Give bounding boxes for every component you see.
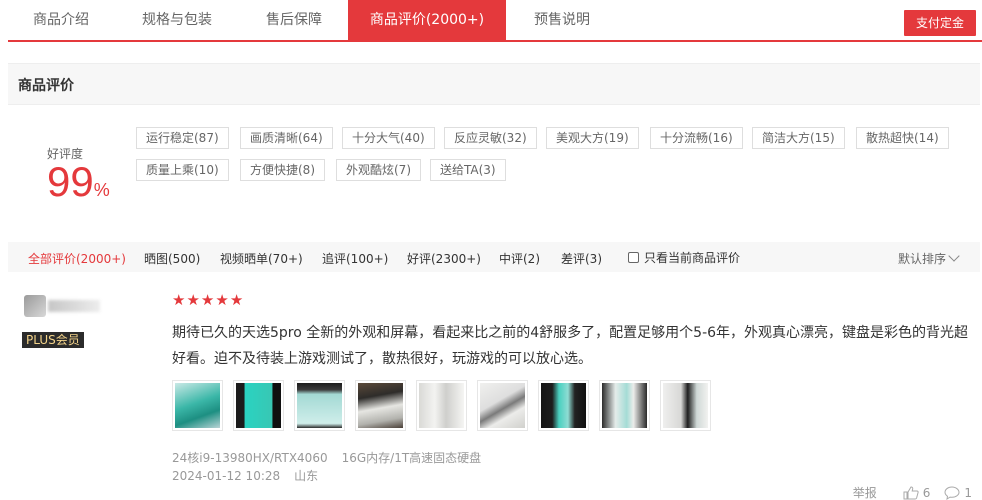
review-tag[interactable]: 十分大气(40) [342,127,435,149]
review-tag[interactable]: 十分流畅(16) [650,127,743,149]
current-product-only-checkbox[interactable]: 只看当前商品评价 [628,249,740,266]
tab-reviews[interactable]: 商品评价(2000+) [348,0,506,40]
review-photos [172,380,711,431]
plus-member-badge: PLUS会员 [22,332,84,348]
review-photo[interactable] [416,380,467,431]
section-title: 商品评价 [18,78,74,94]
reply-button[interactable]: 1 [944,486,972,500]
review-content: 期待已久的天选5pro 全新的外观和屏幕，看起来比之前的4舒服多了，配置足够用个… [172,325,969,367]
review-photo[interactable] [538,380,589,431]
sort-dropdown[interactable]: 默认排序 [897,250,960,267]
review-photo[interactable] [660,380,711,431]
review-photo[interactable] [172,380,223,431]
review-actions: 举报 6 1 [853,484,972,500]
rating-unit: % [93,180,110,200]
thumbs-up-icon [903,485,919,499]
review-photo[interactable] [355,380,406,431]
review-location: 山东 [294,469,319,483]
star-icon: ★ [215,291,229,309]
review-tag[interactable]: 方便快捷(8) [240,159,325,181]
tab-spec-package[interactable]: 规格与包装 [120,0,234,40]
star-rating: ★ ★ ★ ★ ★ [172,293,243,308]
review-tag[interactable]: 散热超快(14) [856,127,949,149]
review-photo[interactable] [477,380,528,431]
review-tag[interactable]: 送给TA(3) [430,159,506,181]
chevron-down-icon [948,250,960,262]
tab-presale-info[interactable]: 预售说明 [512,0,612,40]
review-photo[interactable] [294,380,345,431]
star-icon: ★ [200,291,215,309]
review-tag[interactable]: 质量上乘(10) [136,159,229,181]
report-link[interactable]: 举报 [853,484,877,500]
filter-followup[interactable]: 追评(100+) [322,250,388,267]
review-filter-bar: 全部评价(2000+) 晒图(500) 视频晒单(70+) 追评(100+) 好… [8,242,980,272]
review-photo[interactable] [233,380,284,431]
product-tab-bar: 商品介绍 规格与包装 售后保障 商品评价(2000+) 预售说明 支付定金 [8,0,982,42]
reply-count: 1 [964,485,972,500]
spec-memory: 16G内存/1T高速固态硬盘 [341,451,482,465]
filter-all[interactable]: 全部评价(2000+) [28,250,126,267]
star-icon: ★ [172,291,186,309]
filter-videos[interactable]: 视频晒单(70+) [220,250,303,267]
tab-product-intro[interactable]: 商品介绍 [8,0,114,40]
review-tag[interactable]: 外观酷炫(7) [336,159,421,181]
review-tag[interactable]: 反应灵敏(32) [444,127,537,149]
avatar [24,295,46,317]
filter-neutral[interactable]: 中评(2) [499,250,540,267]
filter-negative[interactable]: 差评(3) [561,250,602,267]
star-icon: ★ [186,291,200,309]
product-spec: 24核i9-13980HX/RTX4060 16G内存/1T高速固态硬盘 [172,449,495,466]
section-header: 商品评价 [8,63,980,105]
comment-icon [944,485,960,500]
sort-label: 默认排序 [897,252,946,266]
checkbox-label: 只看当前商品评价 [644,251,741,265]
tab-after-sales[interactable]: 售后保障 [242,0,346,40]
username-blurred [48,300,100,312]
filter-photos[interactable]: 晒图(500) [144,250,200,267]
rating-value: 99% [47,161,110,203]
rating-percent: 99 [47,158,94,205]
like-button[interactable]: 6 [903,485,931,500]
checkbox-icon[interactable] [628,252,639,263]
review-tag[interactable]: 运行稳定(87) [136,127,229,149]
spec-cpu: 24核i9-13980HX/RTX4060 [172,451,328,465]
review-meta: 2024-01-12 10:28 山东 [172,467,332,484]
review-tag[interactable]: 画质清晰(64) [240,127,333,149]
star-icon: ★ [229,291,244,309]
filter-positive[interactable]: 好评(2300+) [407,250,481,267]
review-tag[interactable]: 美观大方(19) [546,127,639,149]
review-photo[interactable] [599,380,650,431]
like-count: 6 [922,485,931,500]
review-tag[interactable]: 简洁大方(15) [752,127,845,149]
pay-deposit-button[interactable]: 支付定金 [904,10,976,36]
review-date: 2024-01-12 10:28 [172,469,281,483]
